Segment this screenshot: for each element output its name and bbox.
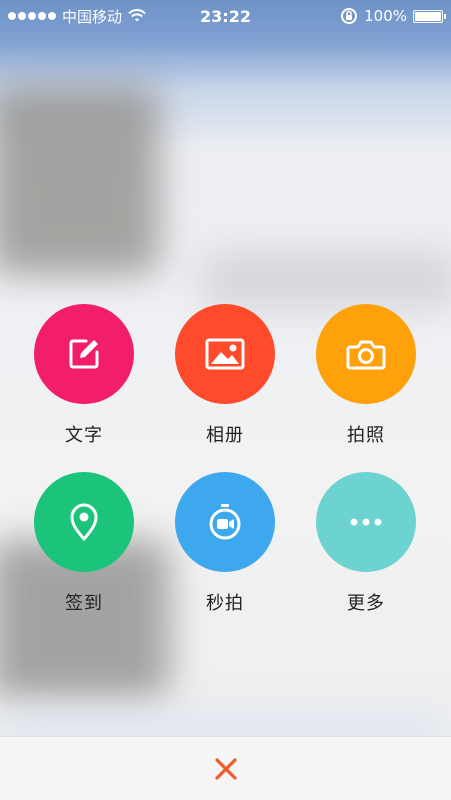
rotation-lock-icon xyxy=(341,8,358,24)
camera-icon xyxy=(346,340,386,370)
album-circle[interactable] xyxy=(175,304,275,404)
album-label: 相册 xyxy=(206,425,244,446)
bottom-bar xyxy=(0,736,451,800)
check-in-button[interactable]: 签到 xyxy=(29,472,139,615)
check-in-circle[interactable] xyxy=(34,472,134,572)
video-button[interactable]: 秒拍 xyxy=(170,472,280,615)
post-actions-grid: 文字 相册 拍照 签到 秒拍 更多 xyxy=(0,300,451,620)
more-button[interactable]: 更多 xyxy=(311,472,421,615)
camera-circle[interactable] xyxy=(316,304,416,404)
video-label: 秒拍 xyxy=(206,593,244,614)
video-circle[interactable] xyxy=(175,472,275,572)
blurred-thumbnail xyxy=(0,85,160,275)
location-pin-icon xyxy=(70,503,98,541)
status-bar: 中国移动 23:22 100% xyxy=(0,0,451,32)
camera-button[interactable]: 拍照 xyxy=(311,304,421,447)
status-right: 100% xyxy=(293,7,446,25)
battery-icon xyxy=(413,9,446,23)
status-time: 23:22 xyxy=(200,6,251,26)
photo-album-icon xyxy=(205,338,245,370)
more-label: 更多 xyxy=(347,593,385,614)
check-in-label: 签到 xyxy=(65,593,103,614)
video-timer-icon xyxy=(209,504,241,540)
more-icon xyxy=(350,518,382,526)
carrier-label: 中国移动 xyxy=(62,7,123,26)
text-post-button[interactable]: 文字 xyxy=(29,304,139,447)
camera-label: 拍照 xyxy=(347,425,385,446)
close-icon xyxy=(214,757,237,780)
text-post-label: 文字 xyxy=(65,425,103,446)
close-button[interactable] xyxy=(201,744,251,794)
more-circle[interactable] xyxy=(316,472,416,572)
edit-icon xyxy=(69,339,99,369)
battery-percent: 100% xyxy=(364,7,407,25)
wifi-icon xyxy=(128,9,146,22)
album-button[interactable]: 相册 xyxy=(170,304,280,447)
text-post-circle[interactable] xyxy=(34,304,134,404)
status-left: 中国移动 xyxy=(8,6,158,27)
signal-strength-icon xyxy=(8,12,56,20)
